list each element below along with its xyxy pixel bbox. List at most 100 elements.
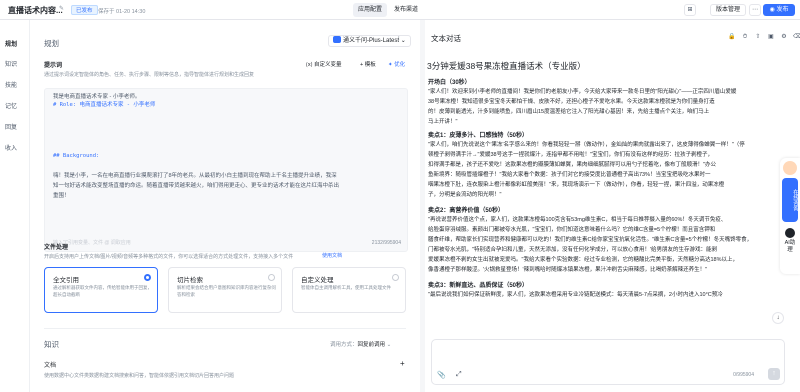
chat-input[interactable]: 📎 ⤢ 0/995904 ↑	[431, 339, 785, 385]
grid-icon[interactable]: ⊞	[684, 4, 696, 16]
prompt-line: 重围！	[53, 193, 70, 199]
chat-response: 3分钟爱媛38号果冻橙直播话术（专业版） 开场白（30秒） "家人们！欢迎来到小…	[425, 50, 777, 334]
chat-panel: 文本对话 🔒 ⏱ ⇧ ▣ ⚙ ⌫ 3分钟爱媛38号果冻橙直播话术（专业版） 开场…	[425, 20, 800, 392]
file-mode-full-text[interactable]: 全文引用 通过解析器获取文件内容，传给智能体用于回复，超长自动截断	[44, 267, 158, 313]
clear-icon[interactable]: ⌫	[793, 33, 800, 41]
paragraph-line: 38号果冻橙！我知道很多宝宝冬天都怕干燥、皮肤不好，还担心橙子不爱吃水果。今天这…	[428, 99, 715, 105]
config-panel: 规划 通义千问-Plus-Latest ⌄ ⫶ 提示词 通过提示词设定智能体的角…	[30, 20, 420, 392]
paragraph-line: 膳食纤维，帮助家长们实现营养和健康都可以吃的！我们的维生素C给你家宝宝抗氧化活性…	[428, 237, 753, 243]
online-consult-button[interactable]: 在线咨询	[782, 178, 798, 222]
nav-memory[interactable]: 记忆	[5, 101, 17, 110]
plan-heading: 规划	[44, 39, 59, 48]
nav-income[interactable]: 收入	[5, 143, 17, 152]
divider	[44, 328, 406, 329]
prompt-line: # Role: 电商直播话术专家 - 小李老师	[53, 102, 156, 108]
prompt-hint: 通过提示词设定智能体的角色、任务、执行步骤、限制等信息，指导智能体进行规划和生成…	[44, 72, 255, 78]
publish-button[interactable]: ◉ 发布	[763, 4, 795, 16]
file-mode-custom[interactable]: 自定义处理 智能体自主调用解析工具，使用工具处理文件	[292, 267, 406, 313]
nav-reply[interactable]: 回复	[5, 122, 17, 131]
section-heading: 卖点1：皮薄多汁、口感独特（50秒）	[428, 133, 529, 139]
card-title: 自定义处理	[301, 277, 334, 284]
file-label: 文件处理	[44, 245, 69, 251]
knowledge-heading: 知识	[44, 340, 59, 349]
saved-time: 保存于 01-20 14:30	[98, 9, 146, 15]
image-icon[interactable]: ▣	[767, 33, 775, 41]
settings-icon[interactable]: ⚙	[780, 33, 788, 41]
card-desc: 智能体自主调用解析工具，使用工具处理文件	[301, 285, 391, 290]
avatar	[783, 161, 797, 175]
file-hint: 开启后支持用户上传文档/图片/视频/音频等多种格式的文件，你可以选择适合的方式处…	[44, 254, 294, 260]
scroll-down-button[interactable]: ↓	[772, 312, 784, 324]
paragraph-line: "再说说营养价值这个点，家人们，这款果冻橙每100克含有53mg维生素C，相当于…	[428, 217, 727, 223]
card-desc: 通过解析器获取文件内容，传给智能体用于回复，超长自动截断	[53, 285, 152, 297]
paragraph-line: "家人们，咱们先说说这个'果冻'名字感么来的！你看我轻轻一掰（做动作），金灿灿的…	[428, 142, 745, 148]
top-tabs: 应用配置 发布渠道	[353, 3, 423, 17]
paragraph-line: 给脸蛋穿羽绒服。素颜出门都被夸水光肌，"宝宝们，你们知道这意味着什么吗？它的维C…	[428, 227, 716, 233]
left-nav: 规划 知识 技能 记忆 回复 收入	[0, 20, 30, 392]
doc-hint: 使用数据中心文件类数据构建文档搜索和问答，智能体依据引用文档切片回答用户问题	[44, 373, 235, 379]
nav-skills[interactable]: 技能	[5, 80, 17, 89]
chat-heading: 文本对话	[431, 34, 461, 43]
publish-label: 发布	[776, 7, 789, 13]
paragraph-line: 子，分明是会流动的阳光啊！"	[428, 192, 502, 198]
paragraph-line: 扣得满手都是，孩子还不爱吃！这款果冻橙的瓣膜薄如蝉翼，果肉细细腻腻得可以用勺子挖…	[428, 162, 716, 168]
prompt-char-count: 2132/995904	[371, 240, 401, 246]
card-title: 切片检索	[177, 277, 203, 284]
section-heading: 开场白（30秒）	[428, 80, 471, 86]
paragraph-line: 的！皮薄到能透光，汁多到能喷鱼，四川眉山15度温差给它注入了阳光甜心基因！来，先…	[428, 109, 710, 115]
ai-assistant-label[interactable]: AI助理	[782, 240, 798, 254]
file-doc-link[interactable]: 使用文档	[322, 252, 342, 259]
ai-assistant-icon[interactable]	[785, 228, 795, 238]
top-bar: 直播话术内容... ✎ 已发布 保存于 01-20 14:30 应用配置 发布渠…	[0, 0, 800, 20]
template-button[interactable]: + 模板	[360, 60, 376, 68]
history-icon[interactable]: ⏱	[741, 33, 749, 41]
paragraph-line: 鱼新境界：随吸管插爆橙子！"我给大家看个数据：孩子们对它的接受度比普通橙子高出7…	[428, 172, 711, 178]
variable-icon: ⟮x⟯	[306, 62, 314, 68]
send-button[interactable]: ↑	[768, 368, 780, 380]
settings-icon[interactable]: ⫶	[398, 36, 400, 43]
custom-variable-button[interactable]: ⟮x⟯ 自定义变量	[306, 60, 341, 69]
paragraph-line: 马上开讲！"	[428, 119, 458, 125]
share-icon[interactable]: ⇧	[754, 33, 762, 41]
radio-selected[interactable]	[144, 274, 151, 281]
prompt-line: ## Background:	[53, 153, 100, 159]
radio[interactable]	[392, 274, 399, 281]
expand-icon[interactable]: ⤢	[456, 371, 462, 379]
edit-icon[interactable]: ✎	[59, 6, 66, 13]
card-title: 全文引用	[53, 277, 79, 284]
version-button[interactable]: 版本管理	[710, 4, 747, 16]
paragraph-line: 爱媛果冻橙不剥的女生出就被宠爱吗。"我给大家看个实验数据：经过专业检测，它的糖酸…	[428, 257, 738, 263]
prompt-editor[interactable]: 我是电商直播话术专家 - 小李老师。 # Role: 电商直播话术专家 - 小李…	[44, 88, 408, 252]
model-icon	[333, 36, 341, 43]
chat-toolbar: 🔒 ⏱ ⇧ ▣ ⚙ ⌫	[728, 33, 800, 41]
prompt-line: 知一句好话术能改变整场直播的命运。随着直播带货越来越火，咱们得用更走心、更专业的…	[53, 183, 340, 189]
optimize-button[interactable]: ✦ 优化	[388, 60, 405, 68]
status-badge: 已发布	[71, 5, 98, 15]
app-title: 直播话术内容...	[8, 6, 63, 15]
file-mode-slice-retrieval[interactable]: 切片检索 解析结果会结合用户意图和知识库内容进行复杂问答和检索	[168, 267, 282, 313]
knowledge-call-mode[interactable]: 调用方式：回复前调用 ⌄	[330, 340, 391, 348]
paragraph-line: 顿橙子剥得满手汁→"爱媛38号这手一捏就爆汁，连指甲都不用啦！"宝宝们，你们有没…	[428, 152, 714, 158]
model-name: 通义千问-Plus-Latest	[343, 38, 400, 44]
response-title: 3分钟爱媛38号果冻橙直播话术（专业版）	[427, 61, 586, 71]
paragraph-line: 像香通橙子那样酸涩。'火锅救星登场！'辣到嘴哈时随爆冰镇果冻橙，果汁冲刷舌尖麻辣…	[428, 267, 708, 273]
lock-icon[interactable]: 🔒	[728, 33, 736, 41]
card-desc: 解析结果会结合用户意图和知识库内容进行复杂问答和检索	[177, 285, 276, 297]
nav-knowledge[interactable]: 知识	[5, 59, 17, 68]
paragraph-line: "最后说说我们如何保证新鲜度，家人们，这款果冻橙采用专业冷链配送模式：每天清晨5…	[428, 292, 723, 298]
tab-app-config[interactable]: 应用配置	[353, 3, 388, 17]
section-heading: 卖点2：高营养价值（50秒）	[428, 208, 505, 214]
doc-label: 文档	[44, 363, 57, 369]
attach-icon[interactable]: 📎	[437, 371, 446, 379]
floating-rail: 在线咨询 AI助理	[780, 158, 800, 274]
tab-publish-channel[interactable]: 发布渠道	[389, 3, 423, 17]
radio[interactable]	[268, 274, 275, 281]
add-doc-button[interactable]: +	[400, 359, 405, 368]
prompt-label: 提示词	[44, 63, 63, 69]
nav-plan[interactable]: 规划	[5, 39, 17, 48]
section-heading: 卖点3：新鲜直达、品质保证（50秒）	[428, 283, 529, 289]
chevron-down-icon: ⌄	[400, 38, 406, 44]
prompt-line: 我是电商直播话术专家 - 小李老师。	[53, 94, 141, 100]
more-icon[interactable]: ⋯	[749, 4, 761, 16]
prompt-line: 嗨！我是小李，一名在电商直播行业摸爬滚打了8年的老兵。从最初的小白主播到现在帮助…	[53, 173, 337, 179]
